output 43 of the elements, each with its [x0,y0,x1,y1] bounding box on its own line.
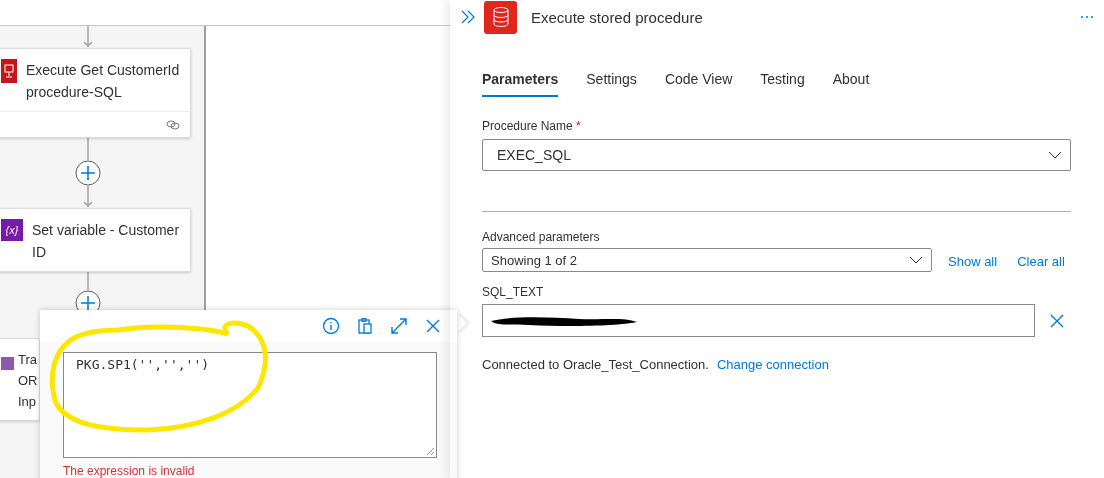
action-card[interactable]: {x} Set variable - Customer ID [0,208,191,272]
add-step-icon[interactable] [75,290,101,310]
tab[interactable]: Settings [586,71,637,97]
connection-status: Connected to Oracle_Test_Connection. [482,357,709,372]
parameters-dropdown[interactable]: Showing 1 of 2 [482,248,932,272]
procedure-dropdown[interactable]: EXEC_SQL [482,139,1071,171]
card-title: OR [18,372,38,390]
action-card[interactable]: Tra OR Inp [0,338,40,421]
field-label: Advanced parameters [482,230,601,244]
link[interactable]: Clear all [1017,253,1065,269]
card-title: Set variable - Customer ID [32,221,181,262]
sql-text-field[interactable] [482,304,1035,337]
required-mark: * [576,119,581,133]
panel-title: Execute stored procedure [531,8,704,26]
change-connection-link[interactable]: Change connection [716,357,829,372]
error-message: The expression is invalid [63,464,196,478]
card-title: Tra [18,351,38,369]
collapse-icon[interactable] [460,10,476,24]
action-icon [1,357,14,370]
close-icon[interactable] [1049,312,1065,329]
clipboard-icon[interactable] [355,316,375,336]
monitor-icon [1,59,17,83]
tab[interactable]: About [832,71,870,97]
link-icon [166,119,180,130]
variable-icon: {x} [1,219,23,241]
expand-icon[interactable] [389,316,409,336]
tab[interactable]: Testing [760,71,805,97]
field-label: SQL_TEXT [482,285,545,299]
chevron-icon [1048,151,1062,159]
chevron-icon [909,256,923,264]
link[interactable]: Show all [948,253,998,269]
more-icon[interactable] [1080,15,1094,19]
add-step-icon[interactable] [75,160,101,186]
field-label: Procedure Name * [482,119,582,133]
tab[interactable]: Code View [664,71,733,97]
card-title: Inp [18,393,38,411]
connector-arrow [83,186,93,207]
info-icon[interactable] [321,316,341,336]
card-title: Execute Get CustomerId procedure-SQL [26,61,181,102]
resize-grip-icon[interactable] [426,447,435,456]
tab[interactable]: Parameters [482,71,559,97]
action-card[interactable]: Execute Get CustomerId procedure-SQL [0,48,191,138]
expression-field[interactable]: PKG.SP1('','','') [63,352,437,458]
